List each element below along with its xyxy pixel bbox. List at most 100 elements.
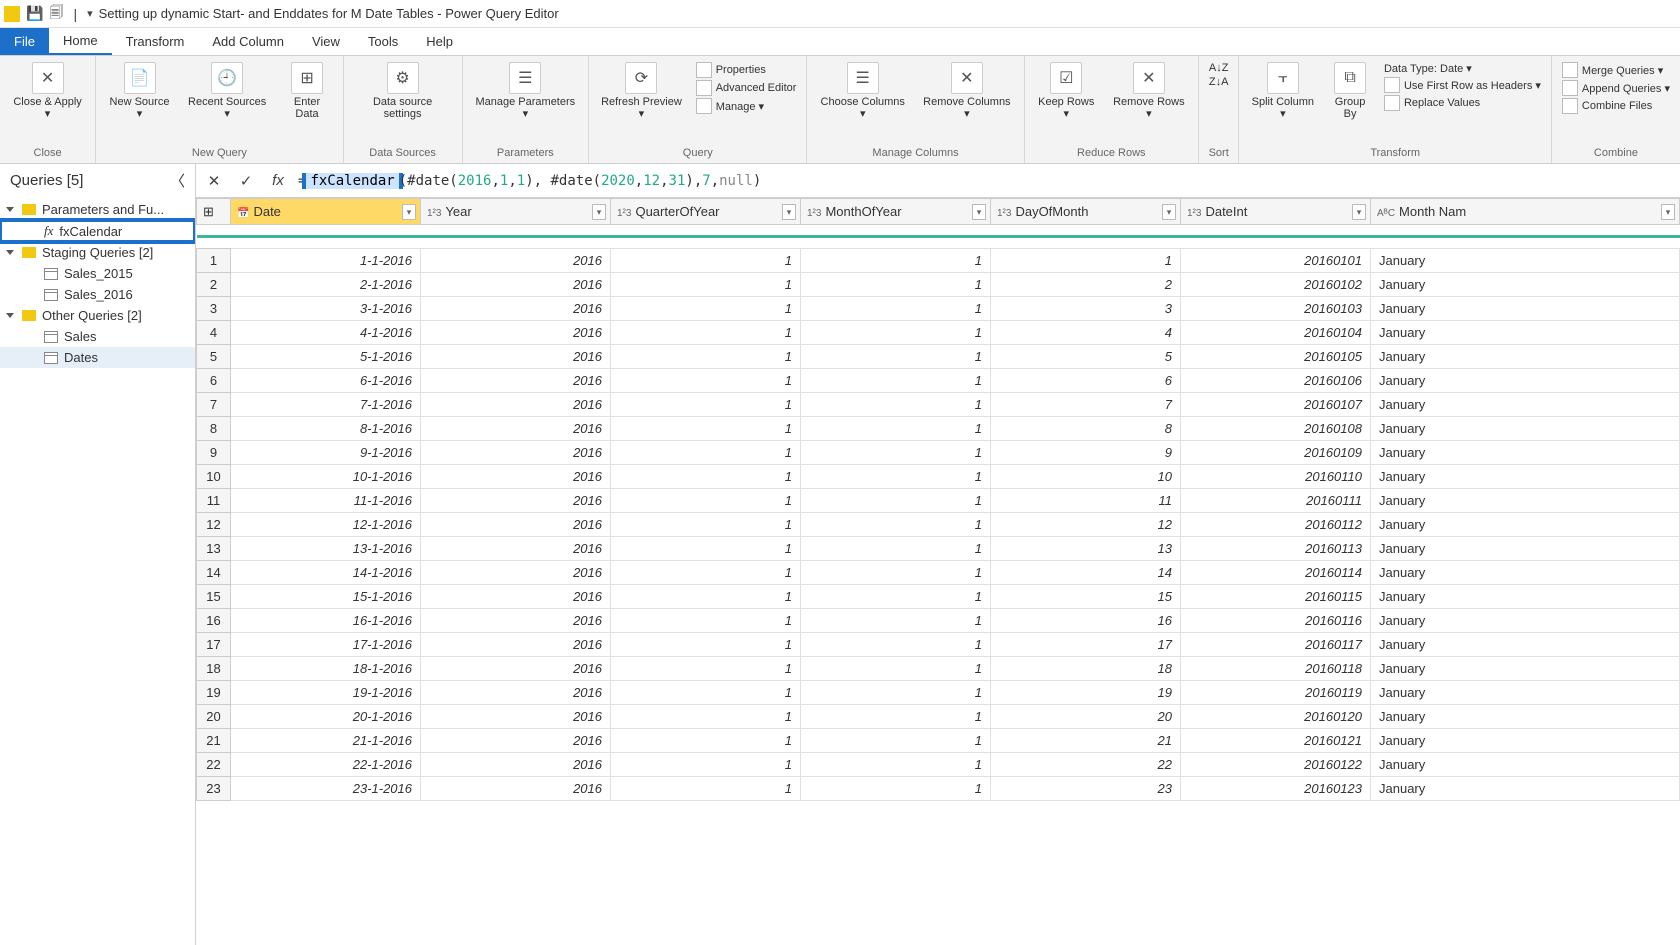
cell-quarterofyear[interactable]: 1 xyxy=(611,609,801,633)
cell-year[interactable]: 2016 xyxy=(421,681,611,705)
cell-month nam[interactable]: January xyxy=(1371,489,1680,513)
column-filter-icon[interactable]: ▾ xyxy=(402,204,416,220)
cell-dateint[interactable]: 20160101 xyxy=(1181,249,1371,273)
row-number[interactable]: 19 xyxy=(197,681,231,705)
cell-year[interactable]: 2016 xyxy=(421,513,611,537)
table-row[interactable]: 2020-1-20162016112020160120January xyxy=(197,705,1680,729)
file-tab[interactable]: File xyxy=(0,28,49,55)
cell-dayofmonth[interactable]: 15 xyxy=(991,585,1181,609)
cell-quarterofyear[interactable]: 1 xyxy=(611,513,801,537)
cell-dateint[interactable]: 20160120 xyxy=(1181,705,1371,729)
cell-quarterofyear[interactable]: 1 xyxy=(611,777,801,801)
query-item-dates[interactable]: Dates xyxy=(0,347,195,368)
row-number[interactable]: 2 xyxy=(197,273,231,297)
table-row[interactable]: 1313-1-20162016111320160113January xyxy=(197,537,1680,561)
cell-year[interactable]: 2016 xyxy=(421,369,611,393)
row-number[interactable]: 4 xyxy=(197,321,231,345)
cell-date[interactable]: 13-1-2016 xyxy=(231,537,421,561)
cell-month nam[interactable]: January xyxy=(1371,417,1680,441)
cell-date[interactable]: 9-1-2016 xyxy=(231,441,421,465)
row-number[interactable]: 22 xyxy=(197,753,231,777)
cell-monthofyear[interactable]: 1 xyxy=(801,417,991,441)
cell-monthofyear[interactable]: 1 xyxy=(801,633,991,657)
cell-date[interactable]: 2-1-2016 xyxy=(231,273,421,297)
tab-add-column[interactable]: Add Column xyxy=(198,28,298,55)
table-row[interactable]: 11-1-2016201611120160101January xyxy=(197,249,1680,273)
cell-monthofyear[interactable]: 1 xyxy=(801,321,991,345)
table-row[interactable]: 33-1-2016201611320160103January xyxy=(197,297,1680,321)
cell-quarterofyear[interactable]: 1 xyxy=(611,561,801,585)
cell-date[interactable]: 6-1-2016 xyxy=(231,369,421,393)
cell-dateint[interactable]: 20160111 xyxy=(1181,489,1371,513)
cell-dateint[interactable]: 20160110 xyxy=(1181,465,1371,489)
cell-dateint[interactable]: 20160113 xyxy=(1181,537,1371,561)
table-row[interactable]: 1010-1-20162016111020160110January xyxy=(197,465,1680,489)
cell-monthofyear[interactable]: 1 xyxy=(801,369,991,393)
cell-monthofyear[interactable]: 1 xyxy=(801,753,991,777)
table-row[interactable]: 2222-1-20162016112220160122January xyxy=(197,753,1680,777)
cell-monthofyear[interactable]: 1 xyxy=(801,657,991,681)
cell-quarterofyear[interactable]: 1 xyxy=(611,633,801,657)
cell-dayofmonth[interactable]: 14 xyxy=(991,561,1181,585)
cell-monthofyear[interactable]: 1 xyxy=(801,777,991,801)
tab-tools[interactable]: Tools xyxy=(354,28,412,55)
table-row[interactable]: 88-1-2016201611820160108January xyxy=(197,417,1680,441)
cell-month nam[interactable]: January xyxy=(1371,777,1680,801)
cell-date[interactable]: 7-1-2016 xyxy=(231,393,421,417)
cell-month nam[interactable]: January xyxy=(1371,753,1680,777)
formula-commit-button[interactable]: ✓ xyxy=(234,170,258,192)
cell-monthofyear[interactable]: 1 xyxy=(801,345,991,369)
cell-year[interactable]: 2016 xyxy=(421,705,611,729)
table-row[interactable]: 1818-1-20162016111820160118January xyxy=(197,657,1680,681)
cell-dateint[interactable]: 20160121 xyxy=(1181,729,1371,753)
column-header-date[interactable]: 📅Date▾ xyxy=(231,199,421,225)
row-number[interactable]: 3 xyxy=(197,297,231,321)
cell-year[interactable]: 2016 xyxy=(421,345,611,369)
query-item-sales_2015[interactable]: Sales_2015 xyxy=(0,263,195,284)
split-column-button[interactable]: ⫟Split Column ▾ xyxy=(1245,58,1320,124)
column-header-monthofyear[interactable]: 1²3MonthOfYear▾ xyxy=(801,199,991,225)
cell-month nam[interactable]: January xyxy=(1371,321,1680,345)
cell-dateint[interactable]: 20160114 xyxy=(1181,561,1371,585)
cell-monthofyear[interactable]: 1 xyxy=(801,537,991,561)
cell-monthofyear[interactable]: 1 xyxy=(801,441,991,465)
cell-month nam[interactable]: January xyxy=(1371,513,1680,537)
row-number[interactable]: 23 xyxy=(197,777,231,801)
table-row[interactable]: 77-1-2016201611720160107January xyxy=(197,393,1680,417)
cell-monthofyear[interactable]: 1 xyxy=(801,609,991,633)
cell-dateint[interactable]: 20160107 xyxy=(1181,393,1371,417)
new-source-button[interactable]: 📄New Source ▾ xyxy=(102,58,177,124)
sort-asc-button[interactable]: A↓Z xyxy=(1205,62,1233,74)
cell-month nam[interactable]: January xyxy=(1371,537,1680,561)
query-group[interactable]: Other Queries [2] xyxy=(0,305,195,326)
table-row[interactable]: 1414-1-20162016111420160114January xyxy=(197,561,1680,585)
cell-month nam[interactable]: January xyxy=(1371,705,1680,729)
formula-cancel-button[interactable]: ✕ xyxy=(202,170,226,192)
row-number[interactable]: 6 xyxy=(197,369,231,393)
cell-month nam[interactable]: January xyxy=(1371,561,1680,585)
cell-month nam[interactable]: January xyxy=(1371,297,1680,321)
cell-year[interactable]: 2016 xyxy=(421,609,611,633)
cell-dayofmonth[interactable]: 16 xyxy=(991,609,1181,633)
query-item-sales_2016[interactable]: Sales_2016 xyxy=(0,284,195,305)
cell-dateint[interactable]: 20160119 xyxy=(1181,681,1371,705)
cell-dateint[interactable]: 20160115 xyxy=(1181,585,1371,609)
cell-date[interactable]: 11-1-2016 xyxy=(231,489,421,513)
column-filter-icon[interactable]: ▾ xyxy=(782,204,796,220)
column-header-dayofmonth[interactable]: 1²3DayOfMonth▾ xyxy=(991,199,1181,225)
merge-queries-button[interactable]: Merge Queries ▾ xyxy=(1558,62,1674,78)
advanced-editor-button[interactable]: Advanced Editor xyxy=(692,80,801,96)
cell-monthofyear[interactable]: 1 xyxy=(801,681,991,705)
tab-view[interactable]: View xyxy=(298,28,354,55)
cell-dateint[interactable]: 20160105 xyxy=(1181,345,1371,369)
tab-transform[interactable]: Transform xyxy=(112,28,199,55)
cell-month nam[interactable]: January xyxy=(1371,609,1680,633)
cell-dayofmonth[interactable]: 19 xyxy=(991,681,1181,705)
cell-dayofmonth[interactable]: 20 xyxy=(991,705,1181,729)
cell-dayofmonth[interactable]: 12 xyxy=(991,513,1181,537)
row-number[interactable]: 20 xyxy=(197,705,231,729)
cell-quarterofyear[interactable]: 1 xyxy=(611,489,801,513)
cell-year[interactable]: 2016 xyxy=(421,633,611,657)
tab-home[interactable]: Home xyxy=(49,28,112,55)
cell-date[interactable]: 19-1-2016 xyxy=(231,681,421,705)
